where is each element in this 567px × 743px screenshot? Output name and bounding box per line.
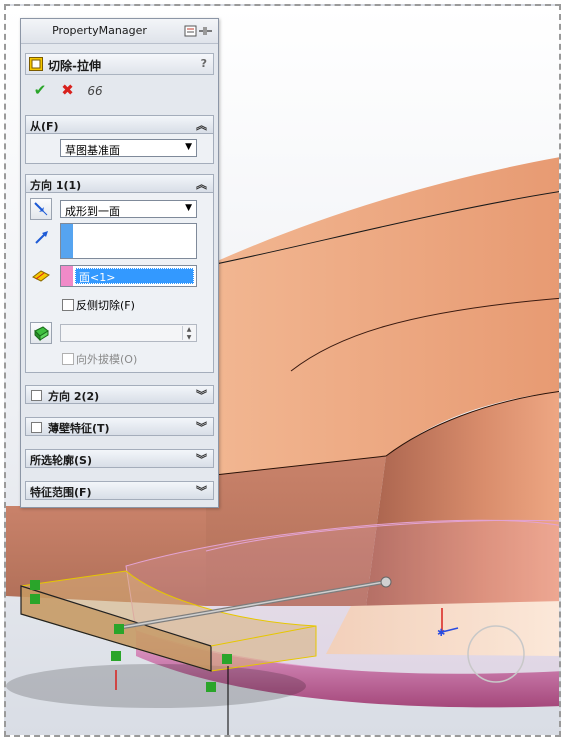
direction-arrow-icon — [35, 231, 48, 244]
property-manager-panel: PropertyManager 切除-拉伸 ? ✔ ✖ 66 从(F) ︽ 草图… — [20, 18, 219, 508]
chevron-up-double-icon[interactable]: ︽ — [196, 176, 207, 192]
thin-feature-section[interactable]: 薄壁特征(T) ︾ — [25, 417, 214, 436]
direction2-label: 方向 2(2) — [48, 390, 100, 403]
chevron-down-double-icon[interactable]: ︾ — [196, 451, 207, 467]
screenshot-frame: ✱ PropertyManager 切除-拉伸 ? ✔ ✖ 66 从(F) ︽ … — [4, 4, 561, 737]
start-condition-value: 草图基准面 — [65, 144, 120, 157]
face-select-icon — [32, 270, 50, 282]
panel-title-bar: PropertyManager — [21, 19, 218, 44]
flip-side-label: 反侧切除(F) — [76, 299, 135, 312]
direction1-section: 方向 1(1) ︽ 成形到一面 ▼ 面<1> 反侧切除(F) ▲ ▼ 向外拔模(… — [25, 174, 214, 373]
thin-feature-label: 薄壁特征(T) — [48, 422, 110, 435]
direction2-checkbox[interactable] — [31, 390, 42, 401]
direction1-label: 方向 1(1) — [30, 179, 82, 192]
cut-extrude-icon — [29, 57, 43, 71]
from-section-body: 草图基准面 ▼ — [25, 134, 214, 164]
action-buttons: ✔ ✖ 66 — [29, 81, 108, 101]
face-selection-box[interactable]: 面<1> — [60, 265, 197, 287]
spin-arrows-icon[interactable]: ▲ ▼ — [182, 326, 195, 341]
svg-text:✱: ✱ — [437, 628, 445, 639]
selection-color-stripe — [61, 224, 73, 258]
from-section-header[interactable]: 从(F) ︽ — [25, 115, 214, 134]
direction1-body: 成形到一面 ▼ 面<1> 反侧切除(F) ▲ ▼ 向外拔模(O) — [25, 193, 214, 373]
chevron-down-double-icon[interactable]: ︾ — [196, 419, 207, 435]
feature-header: 切除-拉伸 ? — [25, 53, 214, 75]
start-condition-dropdown[interactable]: 草图基准面 ▼ — [60, 139, 197, 157]
feature-name: 切除-拉伸 — [48, 59, 101, 73]
selected-contours-label: 所选轮廓(S) — [30, 454, 92, 467]
ok-check-icon[interactable]: ✔ — [29, 81, 51, 99]
thin-feature-checkbox[interactable] — [31, 422, 42, 433]
draft-icon — [34, 326, 49, 342]
direction-selection-box[interactable] — [60, 223, 197, 259]
draft-angle-spinbox[interactable]: ▲ ▼ — [60, 324, 197, 342]
feature-scope-label: 特征范围(F) — [30, 486, 92, 499]
reverse-direction-button[interactable] — [30, 198, 52, 220]
dropdown-arrow-icon: ▼ — [185, 142, 192, 152]
direction2-section[interactable]: 方向 2(2) ︾ — [25, 385, 214, 404]
direction1-header[interactable]: 方向 1(1) ︽ — [25, 174, 214, 193]
draft-toggle-button[interactable] — [30, 322, 52, 344]
end-condition-dropdown[interactable]: 成形到一面 ▼ — [60, 200, 197, 218]
pin-icon[interactable] — [184, 24, 214, 38]
cancel-x-icon[interactable]: ✖ — [57, 81, 79, 99]
flip-side-checkbox[interactable] — [62, 299, 74, 311]
dropdown-arrow-icon: ▼ — [185, 203, 192, 213]
from-section: 从(F) ︽ 草图基准面 ▼ — [25, 115, 214, 164]
chevron-down-double-icon[interactable]: ︾ — [196, 483, 207, 499]
detailed-preview-icon[interactable]: 66 — [84, 82, 106, 100]
draft-outward-label: 向外拔模(O) — [76, 353, 138, 366]
feature-scope-section[interactable]: 特征范围(F) ︾ — [25, 481, 214, 500]
chevron-up-double-icon[interactable]: ︽ — [196, 117, 207, 133]
from-section-label: 从(F) — [30, 120, 59, 133]
selection-color-stripe — [61, 266, 73, 286]
help-icon[interactable]: ? — [201, 57, 207, 70]
selected-contours-section[interactable]: 所选轮廓(S) ︾ — [25, 449, 214, 468]
end-condition-value: 成形到一面 — [65, 205, 120, 218]
reverse-direction-icon — [34, 202, 48, 216]
face-selection-item[interactable]: 面<1> — [75, 268, 194, 284]
draft-outward-checkbox[interactable] — [62, 353, 74, 365]
chevron-down-double-icon[interactable]: ︾ — [196, 387, 207, 403]
panel-title: PropertyManager — [52, 24, 147, 37]
